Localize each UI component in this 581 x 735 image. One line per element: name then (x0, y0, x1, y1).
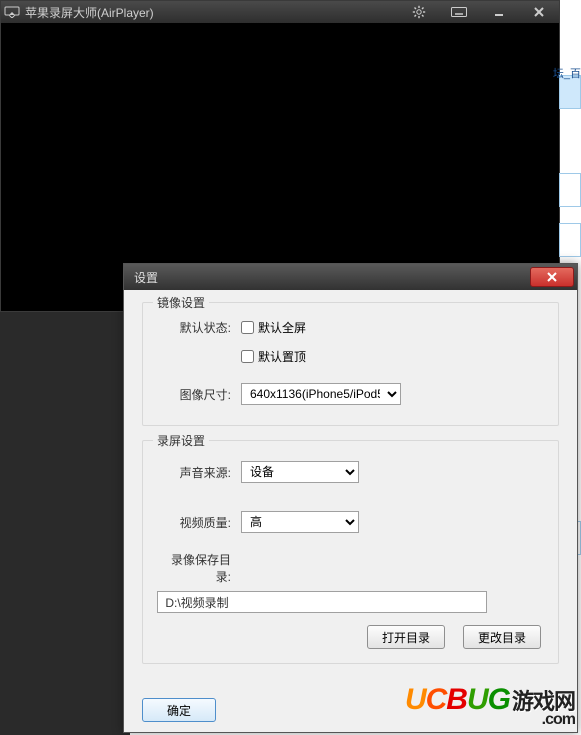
video-quality-select[interactable]: 高 (241, 511, 359, 533)
airplay-icon (1, 1, 23, 23)
dialog-close-button[interactable] (530, 267, 574, 287)
on-top-checkbox-label: 默认置顶 (258, 348, 306, 365)
close-icon[interactable] (519, 1, 559, 23)
settings-gear-icon[interactable] (399, 1, 439, 23)
settings-title: 设置 (134, 269, 530, 286)
fullscreen-checkbox[interactable]: 默认全屏 (241, 319, 544, 336)
tab-fragment-text: 坛_百 (553, 65, 581, 81)
minimize-icon[interactable] (479, 1, 519, 23)
save-dir-label: 录像保存目录: (157, 551, 241, 585)
audio-source-label: 声音来源: (157, 464, 241, 481)
record-legend: 录屏设置 (153, 432, 209, 449)
airplayer-titlebar[interactable]: 苹果录屏大师(AirPlayer) (1, 1, 559, 23)
ok-button[interactable]: 确定 (142, 698, 216, 722)
save-dir-path[interactable]: D:\视频录制 (157, 591, 487, 613)
on-top-checkbox[interactable]: 默认置顶 (241, 348, 544, 365)
background-dark-strip (0, 312, 130, 735)
change-dir-button[interactable]: 更改目录 (463, 625, 541, 649)
airplayer-title: 苹果录屏大师(AirPlayer) (23, 4, 154, 21)
image-size-label: 图像尺寸: (157, 386, 241, 403)
keyboard-icon[interactable] (439, 1, 479, 23)
mirror-settings-group: 镜像设置 默认状态: 默认全屏 默认置顶 (142, 302, 559, 426)
image-size-select[interactable]: 640x1136(iPhone5/iPod5) (241, 383, 401, 405)
open-dir-button[interactable]: 打开目录 (367, 625, 445, 649)
default-state-label: 默认状态: (157, 319, 241, 336)
fullscreen-checkbox-label: 默认全屏 (258, 319, 306, 336)
settings-dialog: 设置 镜像设置 默认状态: 默认全屏 (123, 263, 578, 733)
settings-titlebar[interactable]: 设置 (124, 264, 577, 290)
video-quality-label: 视频质量: (157, 514, 241, 531)
mirror-legend: 镜像设置 (153, 294, 209, 311)
audio-source-select[interactable]: 设备 (241, 461, 359, 483)
record-settings-group: 录屏设置 声音来源: 设备 视频质量: 高 录像保存目录: (142, 440, 559, 664)
